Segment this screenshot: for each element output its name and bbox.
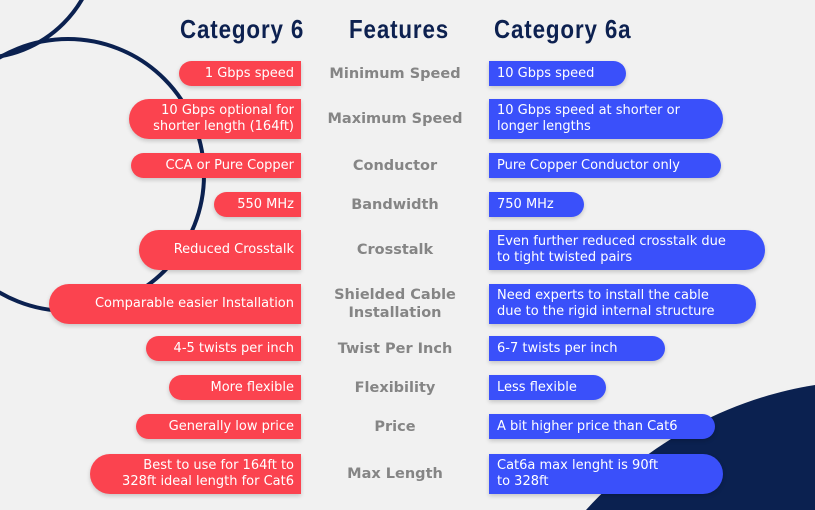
feature-label: Shielded Cable Installation — [315, 284, 475, 324]
cat6-value-pill-line: Best to use for 164ft to — [143, 458, 294, 473]
feature-label-line: Max Length — [347, 466, 443, 482]
cat6-value-pill: Comparable easier Installation — [49, 284, 301, 324]
feature-label-line: Installation — [348, 305, 442, 321]
feature-label-line: Maximum Speed — [327, 111, 463, 127]
cat6-value-pill-line: Reduced Crosstalk — [173, 242, 294, 257]
cat6-value-pill-line: 328ft ideal length for Cat6 — [122, 474, 294, 489]
cat6-value-pill-line: CCA or Pure Copper — [165, 157, 294, 173]
cat6-value-pill: 1 Gbps speed — [179, 61, 301, 86]
cat6a-value-pill-line: 6-7 twists per inch — [497, 340, 618, 356]
heading-category-6a: Category 6a — [494, 14, 632, 44]
cat6-value-pill-line: More flexible — [210, 379, 294, 395]
feature-label-line: Minimum Speed — [329, 65, 461, 82]
comparison-row: 550 MHz Bandwidth 750 MHz — [0, 192, 815, 217]
cat6a-value-pill-line: Even further reduced crosstalk due — [497, 234, 726, 249]
cat6a-value-pill-line: to tight twisted pairs — [497, 250, 633, 265]
feature-label: Conductor — [315, 153, 475, 178]
feature-label: Bandwidth — [315, 192, 475, 217]
feature-label-line: Bandwidth — [351, 196, 439, 213]
cat6-value-pill-line: shorter length (164ft) — [153, 119, 294, 134]
cat6a-value-pill-line: A bit higher price than Cat6 — [497, 418, 678, 434]
cat6-value-pill-line: 1 Gbps speed — [204, 65, 294, 81]
feature-label-line: Price — [374, 418, 416, 435]
cat6a-value-pill: 10 Gbps speed at shorter or longer length… — [489, 99, 723, 139]
cat6-value-pill: More flexible — [169, 375, 301, 400]
feature-label-line: Shielded Cable — [334, 287, 456, 303]
cat6-value-pill: 4-5 twists per inch — [146, 336, 301, 361]
feature-label-line: Flexibility — [354, 379, 436, 396]
cat6-value-pill: Generally low price — [136, 414, 301, 439]
comparison-row: 10 Gbps optional for shorter length (164f… — [0, 99, 815, 139]
cat6-value-pill: 550 MHz — [214, 192, 301, 217]
feature-label-line: Twist Per Inch — [337, 340, 453, 357]
cat6a-value-pill-line: Less flexible — [497, 379, 577, 395]
cat6a-value-pill: Less flexible — [489, 375, 606, 400]
cat6a-value-pill-line: to 328ft — [497, 474, 549, 489]
cat6-value-pill-line: 10 Gbps optional for — [161, 103, 294, 118]
feature-label: Crosstalk — [315, 230, 475, 270]
feature-label: Flexibility — [315, 375, 475, 400]
cat6a-value-pill: A bit higher price than Cat6 — [489, 414, 715, 439]
heading-features: Features — [349, 14, 450, 44]
cat6a-value-pill-line: Cat6a max lenght is 90ft — [497, 458, 659, 473]
comparison-row: Comparable easier Installation Shielded C… — [0, 284, 815, 324]
cat6a-value-pill-line: Need experts to install the cable — [497, 288, 709, 303]
comparison-row: Generally low price Price A bit higher pri… — [0, 414, 815, 439]
comparison-row: More flexible Flexibility Less flexible — [0, 375, 815, 400]
cat6a-value-pill: 6-7 twists per inch — [489, 336, 665, 361]
cat6-value-pill: Best to use for 164ft to 328ft ideal leng… — [90, 454, 301, 494]
cat6a-value-pill-line: due to the rigid internal structure — [497, 304, 715, 319]
feature-label-line: Crosstalk — [356, 242, 434, 258]
feature-label: Maximum Speed — [315, 99, 475, 139]
cat6a-value-pill: 750 MHz — [489, 192, 584, 217]
cat6a-value-pill: Cat6a max lenght is 90ft to 328ft — [489, 454, 723, 494]
feature-label: Max Length — [315, 454, 475, 494]
cat6a-value-pill-line: Pure Copper Conductor only — [497, 157, 680, 173]
cat6-value-pill: 10 Gbps optional for shorter length (164f… — [129, 99, 301, 139]
comparison-row: CCA or Pure Copper Conductor Pure Copper C… — [0, 153, 815, 178]
comparison-row: 4-5 twists per inch Twist Per Inch 6-7 twi… — [0, 336, 815, 361]
comparison-row: 1 Gbps speed Minimum Speed 10 Gbps speed — [0, 61, 815, 86]
comparison-row: Reduced Crosstalk Crosstalk Even further r… — [0, 230, 815, 270]
cat6-value-pill-line: Generally low price — [168, 418, 294, 434]
cat6-value-pill-line: 550 MHz — [237, 196, 294, 212]
cat6a-value-pill: 10 Gbps speed — [489, 61, 626, 86]
feature-label: Twist Per Inch — [315, 336, 475, 361]
cat6-value-pill: Reduced Crosstalk — [139, 230, 301, 270]
cat6a-value-pill: Need experts to install the cable due to … — [489, 284, 756, 324]
cat6a-value-pill-line: 10 Gbps speed at shorter or — [497, 103, 680, 118]
feature-label-line: Conductor — [352, 157, 438, 174]
cat6-value-pill: CCA or Pure Copper — [131, 153, 301, 178]
cat6-value-pill-line: 4-5 twists per inch — [173, 340, 294, 356]
cat6-value-pill-line: Comparable easier Installation — [94, 296, 294, 311]
cat6a-value-pill: Pure Copper Conductor only — [489, 153, 721, 178]
comparison-row: Best to use for 164ft to 328ft ideal leng… — [0, 454, 815, 494]
heading-category-6: Category 6 — [180, 14, 305, 44]
cat6a-value-pill-line: longer lengths — [497, 119, 591, 134]
cat6a-value-pill: Even further reduced crosstalk due to tig… — [489, 230, 765, 270]
cat6a-value-pill-line: 750 MHz — [497, 196, 554, 212]
feature-label: Price — [315, 414, 475, 439]
feature-label: Minimum Speed — [315, 61, 475, 86]
decorative-arc-top — [0, 0, 84, 59]
cat6a-value-pill-line: 10 Gbps speed — [497, 65, 595, 81]
